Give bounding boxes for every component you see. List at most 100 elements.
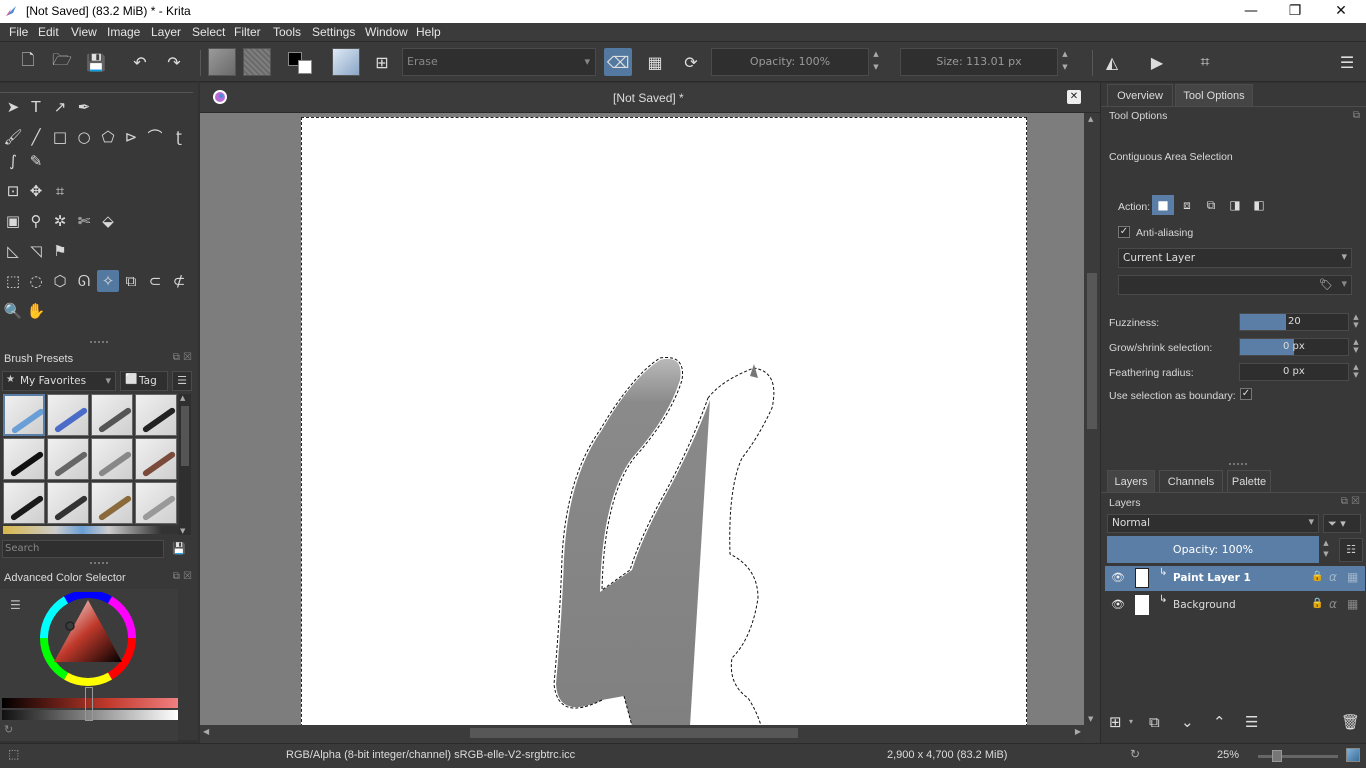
menu-help[interactable]: Help xyxy=(416,25,441,39)
layer-blend-mode-combo[interactable]: Normal ▾ xyxy=(1107,514,1319,533)
feathering-stepper-icon[interactable]: ▲ ▼ xyxy=(1351,363,1361,381)
size-slider[interactable]: Size: 113.01 px xyxy=(900,48,1058,76)
bezier-selection-tool-icon[interactable]: ⊂ xyxy=(144,270,166,292)
anti-aliasing-checkbox[interactable]: ✓ xyxy=(1118,226,1130,238)
crop-tool-icon[interactable]: ⌗ xyxy=(49,180,71,202)
preset-tile[interactable] xyxy=(3,482,45,524)
docker-float-close-icon[interactable]: ⧉ ☒ xyxy=(1341,496,1360,507)
gradient-selector-icon[interactable] xyxy=(208,48,236,76)
calligraphy-tool-icon[interactable]: ✒ xyxy=(73,96,95,118)
preset-tile[interactable] xyxy=(135,394,177,436)
brush-presets-menu-icon[interactable]: ☰ xyxy=(172,371,192,391)
select-shapes-tool-icon[interactable]: ➤ xyxy=(2,96,24,118)
scroll-right-icon[interactable]: ▶ xyxy=(1075,727,1081,736)
selection-replace-icon[interactable]: ■ xyxy=(1152,195,1174,215)
vertical-scrollbar-thumb[interactable] xyxy=(1087,273,1097,429)
zoom-tool-icon[interactable]: 🔍 xyxy=(2,300,24,322)
measure-tool-icon[interactable]: ◺ xyxy=(2,240,24,262)
polygonal-selection-tool-icon[interactable]: ⬡ xyxy=(49,270,71,292)
reload-preset-icon[interactable]: ⟳ xyxy=(677,48,705,76)
tab-overview[interactable]: Overview xyxy=(1107,84,1173,106)
selection-boundary-checkbox[interactable]: ✓ xyxy=(1240,388,1252,400)
vertical-scrollbar[interactable]: ▲ ▼ xyxy=(1084,113,1100,725)
menu-settings[interactable]: Settings xyxy=(312,25,355,39)
source-layer-combo[interactable]: Current Layer ▾ xyxy=(1118,248,1352,268)
horizontal-scrollbar-thumb[interactable] xyxy=(470,728,798,738)
line-tool-icon[interactable]: ╱ xyxy=(25,126,47,148)
shade-slider-handle[interactable] xyxy=(85,687,93,721)
scroll-up-icon[interactable]: ▲ xyxy=(1088,115,1093,123)
save-search-icon[interactable]: 💾 xyxy=(168,540,190,558)
fg-bg-color-icon[interactable] xyxy=(286,48,316,76)
preset-eraser-tile[interactable] xyxy=(3,394,45,436)
magnetic-selection-tool-icon[interactable]: ⊄ xyxy=(168,270,190,292)
menu-tools[interactable]: Tools xyxy=(273,25,301,39)
opacity-stepper-icon[interactable]: ▲ ▼ xyxy=(871,48,881,76)
layer-row-paint-layer-1[interactable]: 👁 ↳ Paint Layer 1 🔒 α ▦ xyxy=(1105,566,1365,591)
freehand-path-tool-icon[interactable]: ʈ xyxy=(168,126,190,148)
fuzziness-spinbox[interactable]: 20 xyxy=(1239,313,1349,331)
text-tool-icon[interactable]: T xyxy=(25,96,47,118)
zoom-slider[interactable] xyxy=(1258,755,1338,758)
menu-select[interactable]: Select xyxy=(192,25,225,39)
feathering-spinbox[interactable]: 0 px xyxy=(1239,363,1349,381)
chevron-down-icon[interactable]: ▾ xyxy=(1129,717,1133,726)
docker-grip[interactable] xyxy=(1229,463,1247,465)
opacity-slider[interactable]: Opacity: 100% xyxy=(711,48,869,76)
menu-image[interactable]: Image xyxy=(107,25,140,39)
menu-filter[interactable]: Filter xyxy=(234,25,261,39)
tab-tool-options[interactable]: Tool Options xyxy=(1175,84,1253,106)
preset-tile[interactable] xyxy=(47,438,89,480)
tag-filter-combo[interactable]: ★ My Favorites ▾ xyxy=(2,371,116,391)
preset-tile[interactable] xyxy=(91,394,133,436)
preset-tile[interactable] xyxy=(47,394,89,436)
layer-row-background[interactable]: 👁 ↳ Background 🔒 α ▦ xyxy=(1105,593,1365,618)
menu-layer[interactable]: Layer xyxy=(151,25,181,39)
menu-view[interactable]: View xyxy=(71,25,97,39)
docker-float-icon[interactable]: ⧉ xyxy=(1353,110,1360,121)
layer-view-options-icon[interactable]: ☷ xyxy=(1339,538,1363,562)
scroll-down-icon[interactable]: ▼ xyxy=(180,527,185,535)
layer-name[interactable]: Background xyxy=(1173,599,1236,611)
alpha-lock-icon[interactable]: α xyxy=(1329,570,1337,584)
wrap-around-icon[interactable]: ⌗ xyxy=(1191,48,1219,76)
mirror-horizontal-icon[interactable]: ◭ xyxy=(1098,48,1126,76)
smart-patch-tool-icon[interactable]: ✲ xyxy=(49,210,71,232)
blend-mode-combo[interactable]: Erase ▾ xyxy=(402,48,596,76)
layer-name[interactable]: Paint Layer 1 xyxy=(1173,572,1251,584)
bezier-tool-icon[interactable]: ⌒ xyxy=(144,126,166,148)
layer-tag-combo[interactable]: 🏷 ▾ xyxy=(1118,275,1352,295)
grow-shrink-spinbox[interactable]: 0 px xyxy=(1239,338,1349,356)
ellipse-tool-icon[interactable]: ○ xyxy=(73,126,95,148)
selection-subtract-icon[interactable]: ◨ xyxy=(1224,195,1246,215)
layer-properties-icon[interactable]: ☰ xyxy=(1245,713,1258,731)
open-document-icon[interactable]: 🗁 xyxy=(48,48,76,76)
layer-opacity-slider[interactable]: Opacity: 100% xyxy=(1107,536,1319,563)
polygon-tool-icon[interactable]: ⬠ xyxy=(97,126,119,148)
canvas-only-mode-icon[interactable] xyxy=(1346,748,1360,762)
toolbar-menu-icon[interactable]: ☰ xyxy=(1333,48,1361,76)
docker-grip[interactable] xyxy=(90,341,108,343)
menu-window[interactable]: Window xyxy=(365,25,408,39)
tab-palette[interactable]: Palette xyxy=(1227,470,1271,492)
presets-scrollbar[interactable]: ▲ ▼ xyxy=(179,394,191,535)
multibrush-tool-icon[interactable]: ✎ xyxy=(25,150,47,172)
horizontal-scrollbar[interactable]: ◀ ▶ xyxy=(200,725,1084,741)
menu-edit[interactable]: Edit xyxy=(38,25,59,39)
tab-layers[interactable]: Layers xyxy=(1107,470,1155,492)
brush-settings-icon[interactable]: ⊞ xyxy=(368,48,396,76)
new-document-icon[interactable]: 🗋 xyxy=(14,48,42,76)
layer-visibility-eye-icon[interactable]: 👁 xyxy=(1111,571,1125,584)
gradient-tool-icon[interactable]: ▣ xyxy=(2,210,24,232)
preset-tile[interactable] xyxy=(3,438,45,480)
preserve-alpha-icon[interactable]: ▦ xyxy=(641,48,669,76)
docker-float-close-icon[interactable]: ⧉ ☒ xyxy=(173,352,192,363)
lock-icon[interactable]: 🔒 xyxy=(1311,571,1323,582)
freehand-brush-tool-icon[interactable]: 🖌 xyxy=(2,126,24,148)
redo-icon[interactable]: ↷ xyxy=(160,48,188,76)
color-selector-menu-icon[interactable]: ☰ xyxy=(10,598,21,612)
duplicate-layer-icon[interactable]: ⧉ xyxy=(1149,713,1160,731)
preset-search-input[interactable]: Search xyxy=(2,540,164,558)
edit-shapes-tool-icon[interactable]: ↗ xyxy=(49,96,71,118)
docker-float-close-icon[interactable]: ⧉ ☒ xyxy=(173,571,192,582)
